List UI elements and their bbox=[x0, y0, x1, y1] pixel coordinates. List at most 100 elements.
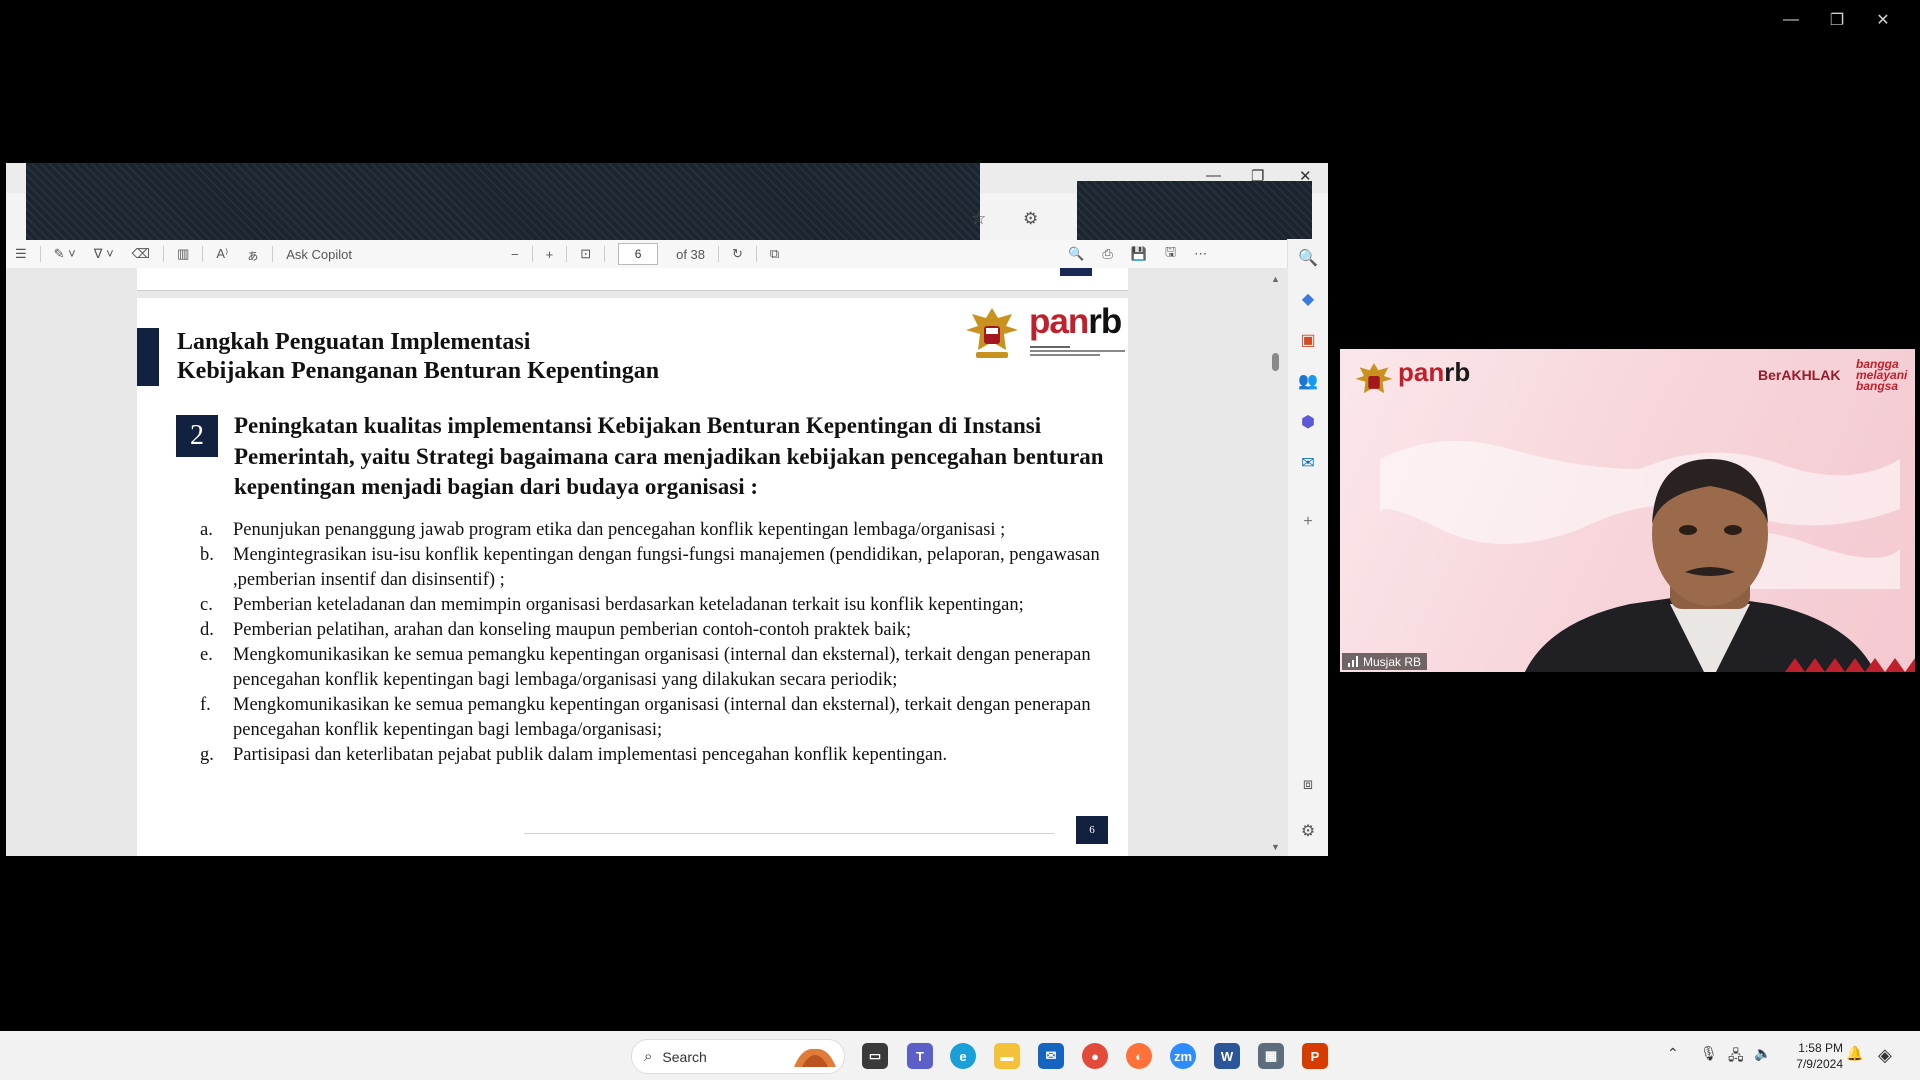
divider bbox=[755, 246, 757, 262]
title-accent-bar bbox=[137, 328, 159, 386]
network-icon[interactable]: 🖧 bbox=[1728, 1045, 1744, 1069]
slide-title-line1: Langkah Penguatan Implementasi bbox=[177, 329, 531, 355]
list-item: d. Pemberian pelatihan, arahan dan konsel… bbox=[200, 618, 1100, 643]
edge-icon[interactable]: e bbox=[950, 1043, 976, 1069]
section-heading: Peningkatan kualitas implementansi Kebij… bbox=[234, 413, 1104, 499]
decorative-pattern bbox=[1785, 658, 1915, 672]
volume-icon[interactable]: 🔈 bbox=[1754, 1045, 1771, 1062]
divider bbox=[202, 246, 204, 262]
translate-icon[interactable]: ぁ bbox=[246, 245, 259, 264]
teams-icon[interactable]: T bbox=[907, 1043, 933, 1069]
extensions-icon[interactable]: ⚙ bbox=[1023, 209, 1038, 229]
rotate-icon[interactable]: ↻ bbox=[732, 246, 743, 262]
pdf-browser-window: — ❐ ✕ ☆ ⚙ ☰ ✎ ˅ ∇ ˅ ⌫ ▥ A⁾ ぁ Ask Copilot… bbox=[6, 163, 1328, 856]
list-item: c. Pemberian keteladanan dan memimpin org… bbox=[200, 593, 1100, 618]
list-item-letter: b. bbox=[200, 545, 214, 565]
slide-page: Langkah Penguatan Implementasi Kebijakan… bbox=[137, 298, 1128, 856]
footer-divider bbox=[524, 833, 1054, 834]
sidebar-toolbox-icon[interactable]: ▣ bbox=[1298, 330, 1318, 350]
ministry-name-small bbox=[1030, 346, 1125, 356]
save-as-icon[interactable]: 🖫 bbox=[1165, 243, 1176, 265]
print-icon[interactable]: ⎙ bbox=[1102, 246, 1112, 262]
berakhlak-logo: BerAKHLAK bbox=[1758, 367, 1841, 383]
slide-title: Langkah Penguatan Implementasi Kebijakan… bbox=[177, 328, 659, 386]
sidebar-search-icon[interactable]: 🔍 bbox=[1298, 248, 1318, 268]
file-explorer-icon[interactable]: ▬ bbox=[994, 1043, 1020, 1069]
scroll-down-icon[interactable]: ▼ bbox=[1271, 842, 1280, 852]
participant-video bbox=[1525, 459, 1875, 672]
divider bbox=[718, 246, 720, 262]
read-aloud-icon[interactable]: A⁾ bbox=[216, 246, 228, 262]
close-icon[interactable]: ✕ bbox=[1860, 8, 1906, 32]
page-view-icon[interactable]: ▥ bbox=[177, 246, 189, 262]
ask-copilot-button[interactable]: Ask Copilot bbox=[286, 247, 352, 262]
panrb-brand-text: panrb bbox=[1029, 302, 1122, 341]
sidebar-outlook-icon[interactable]: ✉ bbox=[1298, 453, 1318, 473]
list-item-letter: f. bbox=[200, 695, 211, 715]
favorite-icon[interactable]: ☆ bbox=[971, 209, 986, 229]
scrollbar-thumb[interactable] bbox=[1272, 353, 1279, 371]
scroll-up-icon[interactable]: ▲ bbox=[1271, 274, 1280, 284]
list-item-text: Partisipasi dan keterlibatan pejabat pub… bbox=[233, 745, 948, 765]
mail-icon[interactable]: ✉ bbox=[1038, 1043, 1064, 1069]
fit-page-icon[interactable]: ⊡ bbox=[580, 246, 591, 262]
copilot-taskbar-icon[interactable]: ◈ bbox=[1878, 1045, 1892, 1066]
section-number-badge: 2 bbox=[176, 415, 218, 457]
find-icon[interactable]: 🔍 bbox=[1068, 246, 1084, 262]
highlight-icon[interactable]: ✎ ˅ bbox=[54, 246, 76, 262]
sidebar-settings-icon[interactable]: ⚙ bbox=[1298, 821, 1318, 841]
show-hidden-icons-icon[interactable]: ⌃ bbox=[1667, 1045, 1679, 1062]
strategy-list: a. Penunjukan penanggung jawab program et… bbox=[200, 518, 1100, 768]
list-item-text: Penunjukan penanggung jawab program etik… bbox=[233, 520, 1006, 540]
minimize-icon[interactable]: — bbox=[1768, 8, 1814, 32]
list-item-letter: d. bbox=[200, 620, 214, 640]
task-view-icon[interactable]: ▭ bbox=[862, 1043, 888, 1069]
more-options-icon[interactable]: ⋯ bbox=[1194, 246, 1207, 262]
taskbar: ⌕ Search ▭ T e ▬ ✉ ● ◐ zm W ▦ P ⌃ 🎙 🖧 🔈 … bbox=[0, 1031, 1920, 1080]
notification-bell-icon[interactable]: 🔔 bbox=[1846, 1045, 1863, 1062]
page-total-label: of 38 bbox=[676, 246, 706, 262]
restore-icon[interactable]: ❐ bbox=[1814, 8, 1860, 32]
video-panrb-brand: panrb bbox=[1398, 357, 1471, 387]
video-participant-tile[interactable]: panrb BerAKHLAK bangga melayani bangsa M… bbox=[1340, 349, 1915, 672]
microphone-icon[interactable]: 🎙 bbox=[1700, 1045, 1718, 1062]
garuda-emblem-icon bbox=[966, 308, 1018, 358]
contents-icon[interactable]: ☰ bbox=[15, 246, 27, 262]
erase-icon[interactable]: ⌫ bbox=[132, 246, 150, 262]
zoom-icon[interactable]: zm bbox=[1170, 1043, 1196, 1069]
redacted-region-tabs bbox=[26, 163, 980, 252]
previous-page-edge bbox=[137, 268, 1128, 291]
sidebar-copilot-icon[interactable]: ⬢ bbox=[1298, 412, 1318, 432]
firefox-icon[interactable]: ◐ bbox=[1126, 1043, 1152, 1069]
divider bbox=[566, 246, 568, 262]
two-page-icon[interactable]: ⧉ bbox=[770, 246, 779, 262]
list-item-text: Mengintegrasikan isu-isu konflik kepenti… bbox=[233, 545, 1100, 590]
page-number-input[interactable]: 6 bbox=[618, 243, 659, 265]
sidebar-add-icon[interactable]: + bbox=[1298, 512, 1318, 532]
pdf-vertical-scrollbar[interactable]: ▲ ▼ bbox=[1268, 268, 1284, 856]
word-icon[interactable]: W bbox=[1214, 1043, 1240, 1069]
list-item-letter: c. bbox=[200, 595, 213, 615]
sidebar-tag-icon[interactable]: ◆ bbox=[1298, 289, 1318, 309]
zoom-in-button[interactable]: + bbox=[546, 247, 554, 262]
list-item-letter: a. bbox=[200, 520, 213, 540]
window-controls: — ❐ ✕ bbox=[1768, 8, 1906, 32]
edge-sidebar: 🔍 ◆ ▣ 👥 ⬢ ✉ + ⧈ ⚙ bbox=[1287, 239, 1328, 856]
start-button[interactable] bbox=[592, 1044, 616, 1068]
clock-time: 1:58 PM bbox=[1798, 1041, 1843, 1055]
taskbar-search[interactable]: ⌕ Search bbox=[631, 1039, 845, 1074]
sidebar-people-icon[interactable]: 👥 bbox=[1298, 371, 1318, 391]
save-icon[interactable]: 💾 bbox=[1131, 246, 1147, 262]
zoom-out-button[interactable]: − bbox=[511, 247, 519, 262]
powerpoint-icon[interactable]: P bbox=[1302, 1043, 1328, 1069]
list-item: e. Mengkomunikasikan ke semua pemangku ke… bbox=[200, 643, 1100, 693]
search-placeholder: Search bbox=[662, 1048, 707, 1065]
sidebar-screen-icon[interactable]: ⧈ bbox=[1298, 775, 1318, 795]
list-item-text: Mengkomunikasikan ke semua pemangku kepe… bbox=[233, 695, 1091, 740]
taskbar-clock[interactable]: 1:58 PM 7/9/2024 bbox=[1783, 1040, 1843, 1072]
chrome-icon[interactable]: ● bbox=[1082, 1043, 1108, 1069]
search-icon: ⌕ bbox=[644, 1048, 653, 1065]
draw-icon[interactable]: ∇ ˅ bbox=[94, 246, 114, 262]
divider bbox=[163, 246, 165, 262]
calculator-icon[interactable]: ▦ bbox=[1258, 1043, 1284, 1069]
